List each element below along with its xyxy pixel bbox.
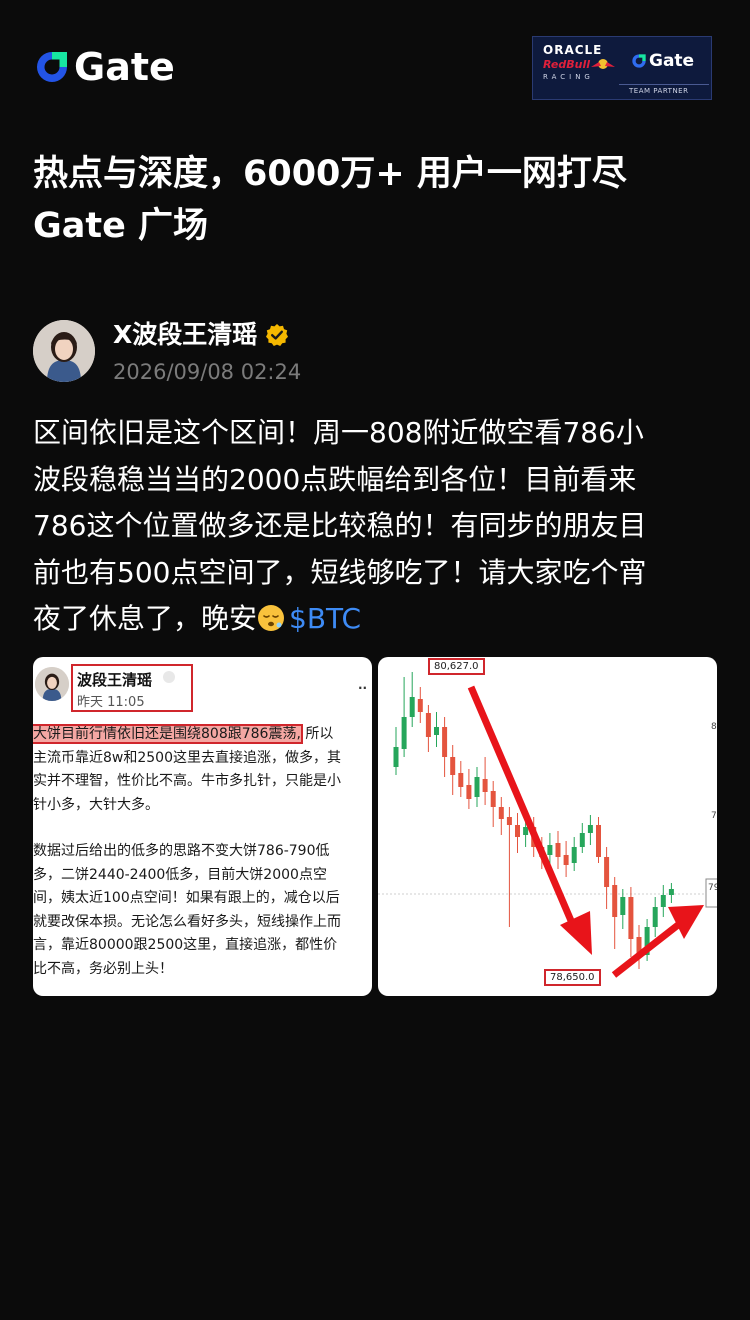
down-arrow-head [560,911,592,955]
candle-body [628,897,634,939]
candle-body [668,889,674,895]
candle-body [587,825,593,833]
divider [619,84,709,85]
avatar[interactable] [33,320,95,382]
current-price-label: 79 [708,883,717,893]
post-line: 前也有500点空间了，短线够吃了！请大家吃个宵 [33,555,647,589]
candle-body [612,885,618,917]
candle-body [458,773,464,787]
low-price-label: 78,650.0 [544,969,601,986]
gate-logo-text: Gate [74,45,175,89]
axis-tick-label: 8 [711,722,717,732]
post-line-text: 夜了休息了，晚安 [33,602,258,635]
shot-line: 针小多，大针大多。 [33,796,159,813]
redbull-text: RedBull [543,58,591,71]
partner-gate-text: Gate [649,51,695,71]
author-name-text: X波段王清瑶 [113,320,258,349]
shot-line: 大饼目前行情依旧还是围绕808跟786震荡, 所以 [33,723,372,747]
shot-line: 实并不理智，性价比不高。牛市多扎针，只能是小 [33,773,341,789]
post-text: 区间依旧是这个区间！周一808附近做空看786小 波段稳稳当当的2000点跌幅给… [33,410,723,643]
shot-body-text: 大饼目前行情依旧还是围绕808跟786震荡, 所以 主流币靠近8w和2500这里… [33,723,372,981]
candle-body [547,845,553,855]
down-arrow-shaft [467,685,582,939]
page-title-line2: Gate 广场 [33,206,209,246]
candle-body [466,785,472,799]
top-header: Gate ORACLE RedBull RACING Gate TEAM PAR… [0,0,750,120]
post-image-chart[interactable]: 80,627.0 78,650.0 8 7 79 [378,657,717,996]
candle-body [506,817,512,825]
shot-line-tail: 所以 [300,726,334,742]
author-name[interactable]: X波段王清瑶 [113,320,289,350]
candle-body [571,847,577,863]
avatar [35,667,69,701]
btc-tag-link[interactable]: $BTC [289,602,361,635]
shot-line: 言，靠近80000跟2500这里，直接追涨，都性价 [33,937,338,953]
oracle-text: ORACLE [543,43,603,57]
candle-body [523,827,529,835]
shot-author-name: 波段王清瑶 [77,671,153,689]
post-timestamp: 2026/09/08 02:24 [113,360,302,384]
redbull-bulls-icon [591,59,615,69]
candle-body [442,727,448,757]
axis-tick-label: 7 [711,811,717,821]
candle-body [450,757,456,775]
candle-body [474,777,480,797]
candle-body [490,791,496,807]
partner-gate-logo: Gate [631,51,694,71]
post-line: 786这个位置做多还是比较稳的！有同步的朋友目 [33,509,647,542]
high-price-label: 80,627.0 [428,658,485,675]
post-line: 区间依旧是这个区间！周一808附近做空看786小 [33,416,644,449]
gate-logo-icon [37,52,67,82]
candle-body [393,747,399,767]
gate-logo[interactable]: Gate [34,47,175,87]
shot-timestamp: 昨天 11:05 [77,695,145,710]
avatar-image [33,320,95,382]
candle-body [660,895,666,907]
candle-body [652,907,658,927]
badge-icon [163,671,175,683]
shot-line: 比不高，务必别上头！ [33,960,173,977]
candle-body [498,807,504,819]
verified-badge-icon [266,324,289,346]
page-title: 热点与深度，6000万+ 用户一网打尽 Gate 广场 [33,148,723,252]
team-partner-badge: ORACLE RedBull RACING Gate TEAM PARTNER [532,36,712,100]
candle-body [409,697,415,717]
candle-body [482,779,488,792]
candle-body [604,857,610,887]
candle-body [401,717,407,749]
candlestick-chart [378,672,717,978]
shot-highlight-text: 大饼目前行情依旧还是围绕808跟786震荡, [33,724,303,744]
team-partner-text: TEAM PARTNER [629,87,689,95]
shot-line: 主流币靠近8w和2500这里去直接追涨，做多，其 [33,749,341,766]
up-arrow-head [668,905,704,939]
gate-logo-icon [632,54,646,68]
avatar-image [35,667,69,701]
page-title-line1: 热点与深度，6000万+ 用户一网打尽 [33,154,627,194]
candle-body [620,897,626,915]
candle-body [555,843,561,857]
candle-body [417,699,423,712]
racing-text: RACING [543,73,594,81]
sleeping-face-icon [258,605,285,631]
candle-body [515,825,520,837]
shot-line: 间，姨太近100点空间！如果有跟上的，减仓以后 [33,890,340,906]
post-line: 波段稳稳当当的2000点跌幅给到各位！目前看来 [33,462,637,496]
shot-line: 就要改保本损。无论怎么看好多头，短线操作上而 [33,913,341,930]
candle-body [579,833,585,847]
candle-body [563,855,569,865]
post-image-screenshot[interactable]: 波段王清瑶 昨天 11:05 ·· 大饼目前行情依旧还是围绕808跟786震荡,… [33,657,372,996]
more-icon: ·· [358,681,368,695]
shot-line: 多，二饼2440-2400低多，目前大饼2000点空 [33,866,327,883]
candle-body [425,713,431,737]
candle-body [434,727,439,735]
shot-line: 数据过后给出的低多的思路不变大饼786-790低 [33,843,330,859]
post-line: 夜了休息了，晚安 $BTC [33,596,723,643]
candle-body [596,825,601,857]
candles [393,672,674,969]
post-author: X波段王清瑶 2026/09/08 02:24 [33,320,723,386]
